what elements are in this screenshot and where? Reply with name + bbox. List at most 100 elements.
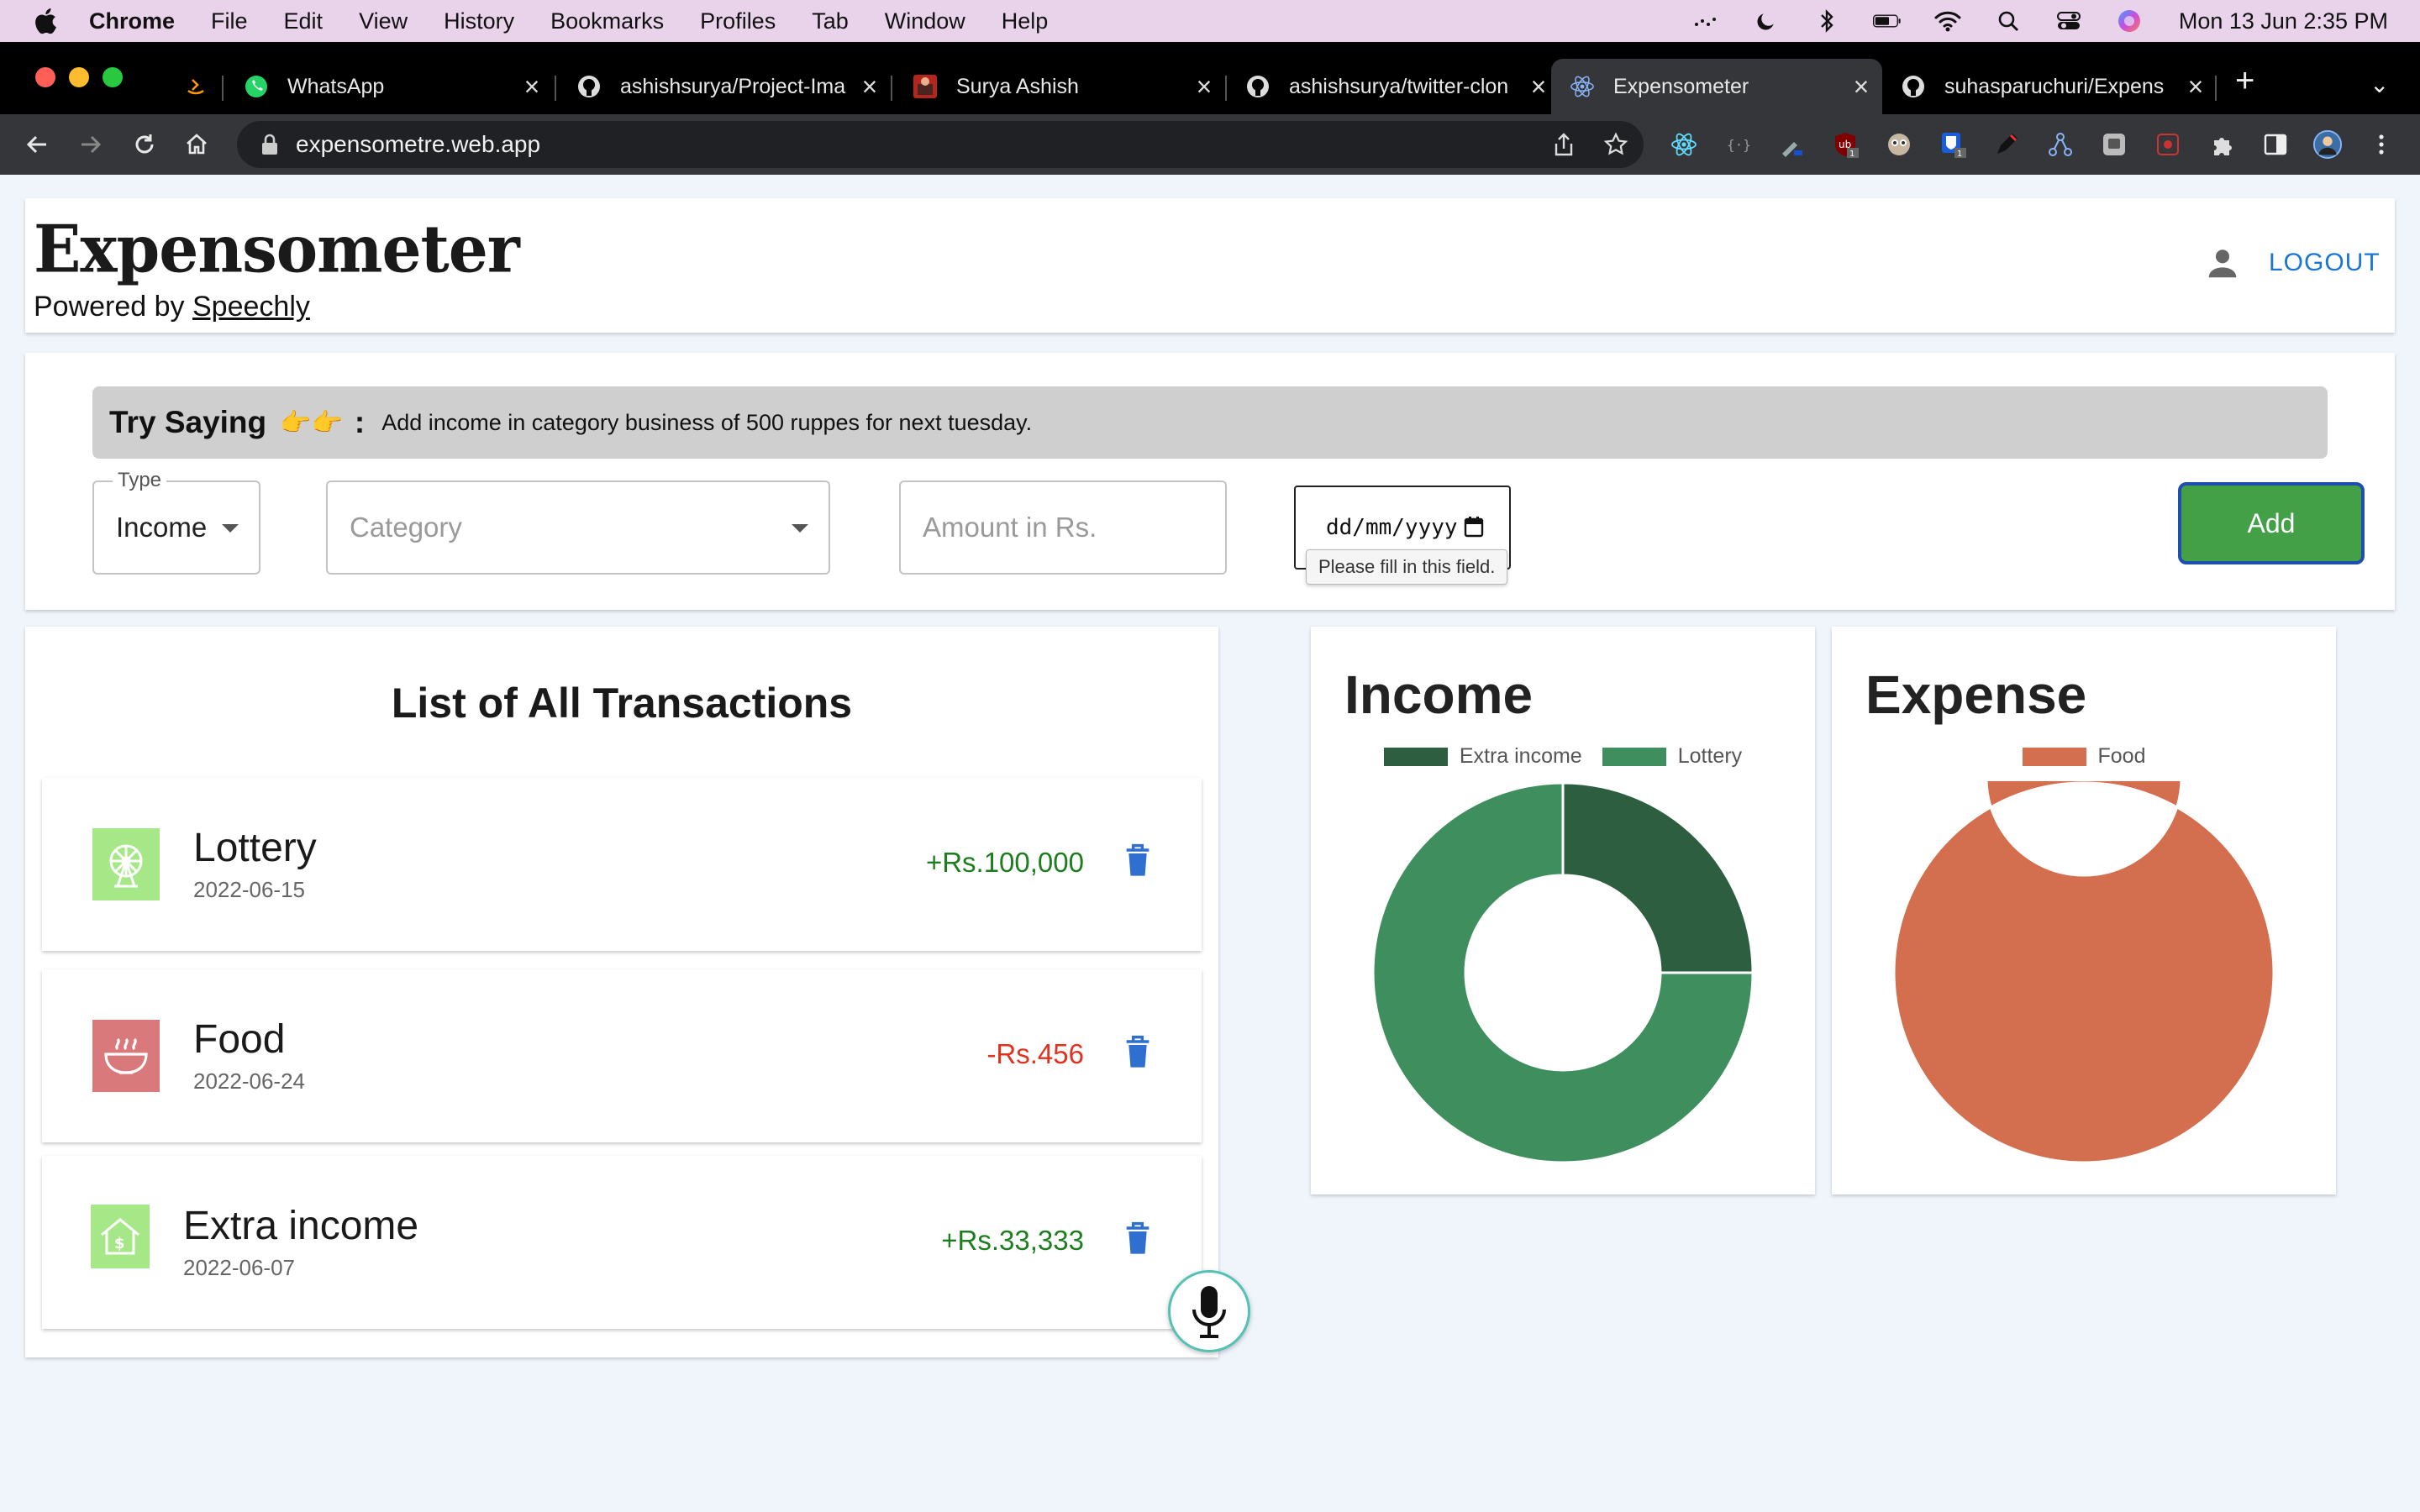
wifi-icon[interactable] [1933,7,1962,35]
add-transaction-form: Try Saying 👉👉 : Add income in category b… [25,353,2395,610]
forward-arrow-icon[interactable] [74,128,108,161]
share-icon[interactable] [1553,132,1575,157]
close-tab-icon[interactable]: × [1850,71,1872,102]
menu-tab[interactable]: Tab [812,8,849,34]
minimize-window-button[interactable] [69,67,89,87]
transaction-item[interactable]: Lottery 2022-06-15 +Rs.100,000 [42,778,1202,951]
pointing-hands-icon: 👉👉 [280,408,343,437]
type-select-value: Income [116,512,208,543]
tab-github-project[interactable]: ashishsurya/Project-Ima × [558,59,891,114]
type-select-legend: Type [113,469,167,492]
profile-avatar-icon[interactable] [2312,129,2343,160]
bookmark-star-icon[interactable] [1603,132,1628,157]
bitwarden-icon[interactable]: 1 [1938,129,1968,160]
tab-separator [555,76,556,101]
menu-profiles[interactable]: Profiles [700,8,776,34]
new-tab-button[interactable]: + [2235,62,2254,100]
moon-icon[interactable] [1752,7,1781,35]
trash-icon[interactable] [1124,843,1151,877]
close-tab-icon[interactable]: × [521,71,543,102]
puzzle-extensions-icon[interactable] [2207,129,2237,160]
close-tab-icon[interactable]: × [1528,71,1549,102]
tab-title: suhasparuchuri/Expens [1944,74,2165,98]
legend-item[interactable]: Food [2022,744,2145,769]
sidebar-panel-icon[interactable] [2260,129,2291,160]
donut-slice-extra-income[interactable] [1561,781,1754,974]
tab-search-chevron-icon[interactable]: ⌄ [2370,71,2389,98]
apple-logo-icon[interactable] [32,6,62,36]
expense-chart-title: Expense [1865,664,2087,725]
try-saying-hint: Try Saying 👉👉 : Add income in category b… [92,386,2328,459]
color-picker-icon[interactable] [1776,129,1807,160]
tab-github-expense[interactable]: suhasparuchuri/Expens × [1882,59,2217,114]
try-saying-label: Try Saying [109,405,267,439]
tab-github-twitter[interactable]: ashishsurya/twitter-clon × [1227,59,1560,114]
menu-edit[interactable]: Edit [284,8,324,34]
close-tab-icon[interactable]: × [859,71,881,102]
pen-extension-icon[interactable] [1991,129,2022,160]
tab-whatsapp[interactable]: WhatsApp × [225,59,553,114]
menubar-clock[interactable]: Mon 13 Jun 2:35 PM [2179,8,2388,34]
whatsapp-icon [244,74,269,99]
menu-window[interactable]: Window [885,8,965,34]
transaction-name: Food [193,1017,286,1062]
transaction-item[interactable]: $ Extra income 2022-06-07 +Rs.33,333 [42,1156,1202,1329]
transaction-item[interactable]: Food 2022-06-24 -Rs.456 [42,969,1202,1142]
search-icon[interactable] [1994,7,2023,35]
tab-surya-ashish[interactable]: Surya Ashish × [894,59,1225,114]
cookie-extension-icon[interactable] [1884,129,1914,160]
menu-help[interactable]: Help [1002,8,1049,34]
expense-chart-legend: Food [1832,744,2336,769]
square-extension-icon[interactable] [2099,129,2129,160]
menu-history[interactable]: History [444,8,514,34]
lock-icon[interactable] [260,134,279,155]
battery-icon[interactable] [1872,7,1902,35]
logout-button[interactable]: LOGOUT [2269,249,2381,277]
calendar-icon[interactable] [1464,516,1484,538]
dots-status-icon[interactable] [1691,7,1720,35]
trash-icon[interactable] [1124,1035,1151,1068]
transactions-title: List of All Transactions [391,680,853,727]
nodes-extension-icon[interactable] [2045,129,2075,160]
tab-expensometer[interactable]: Expensometer × [1551,59,1882,114]
github-icon [576,74,602,99]
amount-input[interactable]: Amount in Rs. [899,480,1227,575]
category-select[interactable]: Category [326,480,830,575]
close-tab-icon[interactable]: × [1193,71,1215,102]
siri-icon[interactable] [2115,7,2144,35]
menu-app-name[interactable]: Chrome [89,8,175,34]
speechly-link[interactable]: Speechly [192,291,310,323]
json-formatter-icon[interactable]: {·} [1723,129,1753,160]
ublock-icon[interactable]: ub 1 [1830,129,1860,160]
type-select[interactable]: Type Income [92,469,260,575]
react-devtools-icon[interactable] [1669,129,1699,160]
expense-donut-chart [1892,781,2275,1164]
trash-icon[interactable] [1124,1221,1151,1255]
menu-file[interactable]: File [211,8,248,34]
transaction-name: Extra income [183,1204,419,1248]
reload-icon[interactable] [128,128,161,161]
close-window-button[interactable] [35,67,55,87]
macos-menu-bar: Chrome File Edit View History Bookmarks … [0,0,2420,42]
legend-item[interactable]: Lottery [1602,744,1742,769]
legend-item[interactable]: Extra income [1383,744,1582,769]
legend-label: Extra income [1459,744,1582,768]
microphone-button[interactable] [1168,1270,1250,1352]
tab-amazon[interactable] [165,59,220,114]
menu-view[interactable]: View [359,8,408,34]
close-tab-icon[interactable]: × [2185,71,2207,102]
add-button[interactable]: Add [2178,482,2365,564]
bluetooth-icon[interactable] [1812,7,1841,35]
home-icon[interactable] [180,128,213,161]
address-bar[interactable]: expensometre.web.app [237,121,1644,168]
zoom-window-button[interactable] [103,67,123,87]
screen-recorder-icon[interactable] [2153,129,2183,160]
control-center-icon[interactable] [2054,7,2083,35]
tab-title: WhatsApp [287,74,385,98]
transaction-date: 2022-06-24 [193,1068,305,1094]
menu-bookmarks[interactable]: Bookmarks [550,8,664,34]
try-saying-text: Add income in category business of 500 r… [381,409,1033,435]
chrome-menu-icon[interactable] [2366,129,2396,160]
url-text[interactable]: expensometre.web.app [296,131,540,158]
back-arrow-icon[interactable] [20,128,54,161]
